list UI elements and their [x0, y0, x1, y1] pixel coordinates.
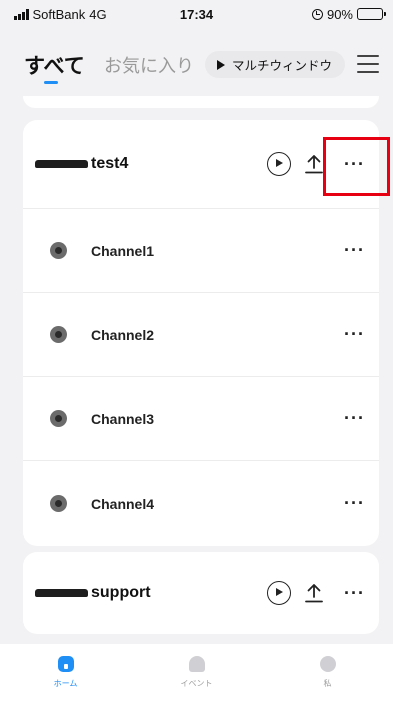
channel-row[interactable]: Channel4 ···: [23, 460, 379, 546]
device-more-button[interactable]: ···: [344, 583, 365, 604]
nav-label: ホーム: [53, 679, 78, 688]
status-bar: SoftBank 4G 17:34 90%: [0, 0, 393, 28]
highlight-box: [323, 137, 390, 196]
signal-icon: [14, 8, 29, 20]
camera-icon: [50, 495, 67, 512]
nav-home[interactable]: ホーム: [0, 644, 131, 701]
upload-icon[interactable]: [303, 153, 325, 175]
multi-window-button[interactable]: マルチウィンドウ: [205, 51, 345, 78]
channel-more-button[interactable]: ···: [344, 493, 365, 514]
channel-more-button[interactable]: ···: [344, 408, 365, 429]
channel-row[interactable]: Channel3 ···: [23, 376, 379, 460]
channel-row[interactable]: Channel2 ···: [23, 292, 379, 376]
channel-name: Channel3: [91, 410, 155, 427]
nav-label: 私: [323, 679, 332, 688]
network-type: 4G: [89, 6, 107, 22]
bottom-nav: ホーム イベント 私: [0, 644, 393, 701]
camera-icon: [50, 410, 67, 427]
playback-icon[interactable]: [267, 581, 291, 605]
header: すべて お気に入り マルチウィンドウ: [0, 38, 393, 86]
channel-more-button[interactable]: ···: [344, 240, 365, 261]
nvr-device-icon: [35, 589, 88, 597]
tab-favorites[interactable]: お気に入り: [104, 52, 194, 78]
tab-all[interactable]: すべて: [24, 50, 85, 80]
device-card: support ···: [23, 552, 379, 634]
bell-icon: [188, 656, 205, 672]
active-tab-indicator: [44, 81, 58, 84]
previous-card: [23, 96, 379, 108]
channel-row[interactable]: Channel1 ···: [23, 208, 379, 292]
home-icon: [57, 656, 74, 672]
nav-profile[interactable]: 私: [262, 644, 393, 701]
alarm-icon: [311, 8, 323, 20]
battery-icon: [357, 8, 386, 20]
channel-name: Channel2: [91, 326, 155, 343]
nav-events[interactable]: イベント: [131, 644, 262, 701]
nav-label: イベント: [180, 679, 213, 688]
play-icon: [217, 59, 225, 70]
hamburger-icon[interactable]: [357, 55, 379, 73]
nvr-device-icon: [35, 160, 88, 168]
channel-name: Channel1: [91, 242, 155, 259]
camera-icon: [50, 326, 67, 343]
profile-icon: [319, 656, 336, 672]
multi-window-label: マルチウィンドウ: [232, 59, 333, 73]
device-name: support: [91, 584, 151, 601]
device-name: test4: [91, 155, 129, 172]
camera-icon: [50, 242, 67, 259]
upload-icon[interactable]: [303, 582, 325, 604]
channel-name: Channel4: [91, 495, 155, 512]
carrier-name: SoftBank: [32, 6, 86, 22]
battery-percent: 90%: [326, 6, 353, 22]
device-row[interactable]: support ···: [23, 552, 379, 634]
playback-icon[interactable]: [267, 152, 291, 176]
channel-more-button[interactable]: ···: [344, 324, 365, 345]
